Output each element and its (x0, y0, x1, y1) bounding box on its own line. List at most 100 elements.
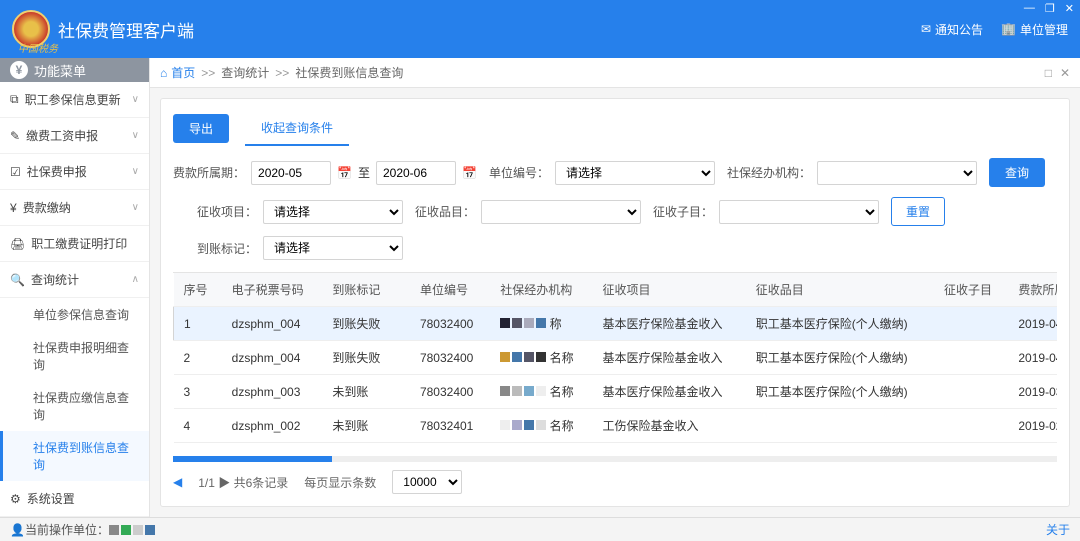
sub-label: 征收子目： (653, 203, 713, 220)
table-cell: 78032400 (410, 375, 490, 409)
sidebar-submenu: 单位参保信息查询 社保费申报明细查询 社保费应缴信息查询 社保费到账信息查询 (0, 298, 149, 481)
page-size-label: 每页显示条数 (304, 474, 376, 491)
table-cell: 4 (174, 409, 222, 443)
reset-button[interactable]: 重置 (891, 197, 945, 226)
money-icon: ¥ (10, 201, 17, 215)
query-button[interactable]: 查询 (989, 158, 1045, 187)
minimize-button[interactable]: — (1024, 2, 1035, 15)
table-header-row: 序号电子税票号码到账标记单位编号社保经办机构征收项目征收品目征收子目费款所属期起… (174, 273, 1058, 307)
table-header-cell[interactable]: 序号 (174, 273, 222, 307)
breadcrumb-home[interactable]: ⌂首页 (160, 64, 195, 81)
yen-icon: ¥ (10, 61, 28, 79)
query-panel: 导出 收起查询条件 费款所属期： 📅 至 📅 单位 (160, 98, 1070, 507)
page-info: 1/1 ▶ 共6条记录 (198, 474, 288, 491)
menu-wage-report[interactable]: ✎缴费工资申报∨ (0, 118, 149, 154)
item-select[interactable]: 请选择 (263, 200, 403, 224)
gear-icon: ⚙ (10, 492, 21, 506)
table-cell: 78032400 (410, 307, 490, 341)
chevron-down-icon: ∨ (132, 166, 139, 177)
table-row[interactable]: 1dzsphm_004到账失败78032400 称基本医疗保险基金收入职工基本医… (174, 307, 1058, 341)
app-body: ¥ 功能菜单 ⧉职工参保信息更新∨ ✎缴费工资申报∨ ☑社保费申报∨ ¥费款缴纳… (0, 58, 1080, 517)
user-icon: 👤 (10, 523, 25, 537)
table-cell: 78032401 (410, 409, 490, 443)
table-header-cell[interactable]: 社保经办机构 (490, 273, 592, 307)
page-size-select[interactable]: 10000 (392, 470, 462, 494)
arrive-select[interactable]: 请选择 (263, 236, 403, 260)
org-select[interactable]: 请选择 (555, 161, 715, 185)
calendar-icon[interactable]: 📅 (462, 166, 477, 180)
table-header-cell[interactable]: 费款所属期起 (1008, 273, 1057, 307)
sub-fee-due-query[interactable]: 社保费应缴信息查询 (0, 381, 149, 431)
kind-label: 征收品目： (415, 203, 475, 220)
menu-settings[interactable]: ⚙系统设置 (0, 481, 149, 517)
table-cell: 到账失败 (322, 307, 410, 341)
table-cell: 78032400 (410, 341, 490, 375)
breadcrumb-l2: 社保费到账信息查询 (295, 64, 403, 81)
current-org-value (109, 525, 155, 535)
sub-fee-arrival-query[interactable]: 社保费到账信息查询 (0, 431, 149, 481)
agency-select[interactable] (817, 161, 977, 185)
table-cell (934, 409, 1008, 443)
horizontal-scrollbar[interactable] (173, 456, 1057, 462)
sidebar-menu-lower: ⚙系统设置 (0, 481, 149, 517)
action-bar: 导出 收起查询条件 (173, 111, 1057, 146)
table-header-cell[interactable]: 征收子目 (934, 273, 1008, 307)
table-header-cell[interactable]: 到账标记 (322, 273, 410, 307)
menu-fee-report[interactable]: ☑社保费申报∨ (0, 154, 149, 190)
period-label: 费款所属期： (173, 164, 245, 181)
table-cell: 职工基本医疗保险(个人缴纳) (746, 307, 934, 341)
table-cell: 职工基本医疗保险(个人缴纳) (746, 341, 934, 375)
table-cell: 5 (174, 443, 222, 453)
app-window: 中国税务 社保费管理客户端 ✉ 通知公告 🏢 单位管理 — ❐ ✕ ¥ 功能菜单 (0, 0, 1080, 541)
menu-query-stats[interactable]: 🔍查询统计∧ (0, 262, 149, 298)
table-cell: 职工基本医疗保险(个人缴纳) (746, 443, 934, 453)
collapse-filters-tab[interactable]: 收起查询条件 (245, 111, 349, 146)
period-from-input[interactable] (251, 161, 331, 185)
sub-select[interactable] (719, 200, 879, 224)
filter-form: 费款所属期： 📅 至 📅 单位编号： 请选择 社保经办机构： (173, 158, 1057, 260)
period-to-text: 至 (358, 164, 370, 181)
table-header-cell[interactable]: 征收品目 (746, 273, 934, 307)
table-cell: dzsphm_001 (222, 443, 323, 453)
close-button[interactable]: ✕ (1065, 2, 1074, 15)
table-header-cell[interactable]: 电子税票号码 (222, 273, 323, 307)
notice-link[interactable]: ✉ 通知公告 (921, 21, 983, 38)
status-bar: 👤 当前操作单位： 关于 (0, 517, 1080, 541)
table-header-cell[interactable]: 单位编号 (410, 273, 490, 307)
sidebar-menu: ⧉职工参保信息更新∨ ✎缴费工资申报∨ ☑社保费申报∨ ¥费款缴纳∨ 🖨职工缴费… (0, 82, 149, 298)
sub-fee-report-detail-query[interactable]: 社保费申报明细查询 (0, 331, 149, 381)
table-cell: 称 (490, 307, 592, 341)
table-row[interactable]: 4dzsphm_002未到账78032401 名称工伤保险基金收入2019-02… (174, 409, 1058, 443)
calendar-icon[interactable]: 📅 (337, 166, 352, 180)
about-link[interactable]: 关于 (1046, 521, 1070, 538)
prev-page-button[interactable]: ◀ (173, 475, 182, 489)
table-row[interactable]: 2dzsphm_004到账失败78032400 名称基本医疗保险基金收入职工基本… (174, 341, 1058, 375)
table-cell: dzsphm_004 (222, 307, 323, 341)
sidebar: ¥ 功能菜单 ⧉职工参保信息更新∨ ✎缴费工资申报∨ ☑社保费申报∨ ¥费款缴纳… (0, 58, 150, 517)
panel-max-icon[interactable]: □ (1045, 66, 1052, 80)
panel-close-icon[interactable]: ✕ (1060, 66, 1070, 80)
table-cell: 名称 (490, 409, 592, 443)
building-icon: 🏢 (1001, 22, 1016, 36)
maximize-button[interactable]: ❐ (1045, 2, 1055, 15)
check-icon: ☑ (10, 165, 21, 179)
period-to-input[interactable] (376, 161, 456, 185)
mail-icon: ✉ (921, 22, 931, 36)
table-row[interactable]: 3dzsphm_003未到账78032400 名称基本医疗保险基金收入职工基本医… (174, 375, 1058, 409)
sub-org-insurance-query[interactable]: 单位参保信息查询 (0, 298, 149, 331)
org-manage-link[interactable]: 🏢 单位管理 (1001, 21, 1068, 38)
menu-fee-pay[interactable]: ¥费款缴纳∨ (0, 190, 149, 226)
export-button[interactable]: 导出 (173, 114, 229, 143)
results-table-wrap[interactable]: 序号电子税票号码到账标记单位编号社保经办机构征收项目征收品目征收子目费款所属期起… (173, 272, 1057, 452)
chevron-down-icon: ∨ (132, 130, 139, 141)
table-header-cell[interactable]: 征收项目 (592, 273, 745, 307)
table-cell: 2019-03 (1008, 375, 1057, 409)
menu-insurance-update[interactable]: ⧉职工参保信息更新∨ (0, 82, 149, 118)
menu-print-cert[interactable]: 🖨职工缴费证明打印 (0, 226, 149, 262)
filter-row-1: 费款所属期： 📅 至 📅 单位编号： 请选择 社保经办机构： (173, 158, 1057, 187)
table-cell: 1 (174, 307, 222, 341)
print-icon: 🖨 (10, 237, 25, 251)
kind-select[interactable] (481, 200, 641, 224)
table-cell: 2019-02 (1008, 409, 1057, 443)
table-row[interactable]: 5dzsphm_001已足额到账78032400 称基本医疗保险基金收入职工基本… (174, 443, 1058, 453)
